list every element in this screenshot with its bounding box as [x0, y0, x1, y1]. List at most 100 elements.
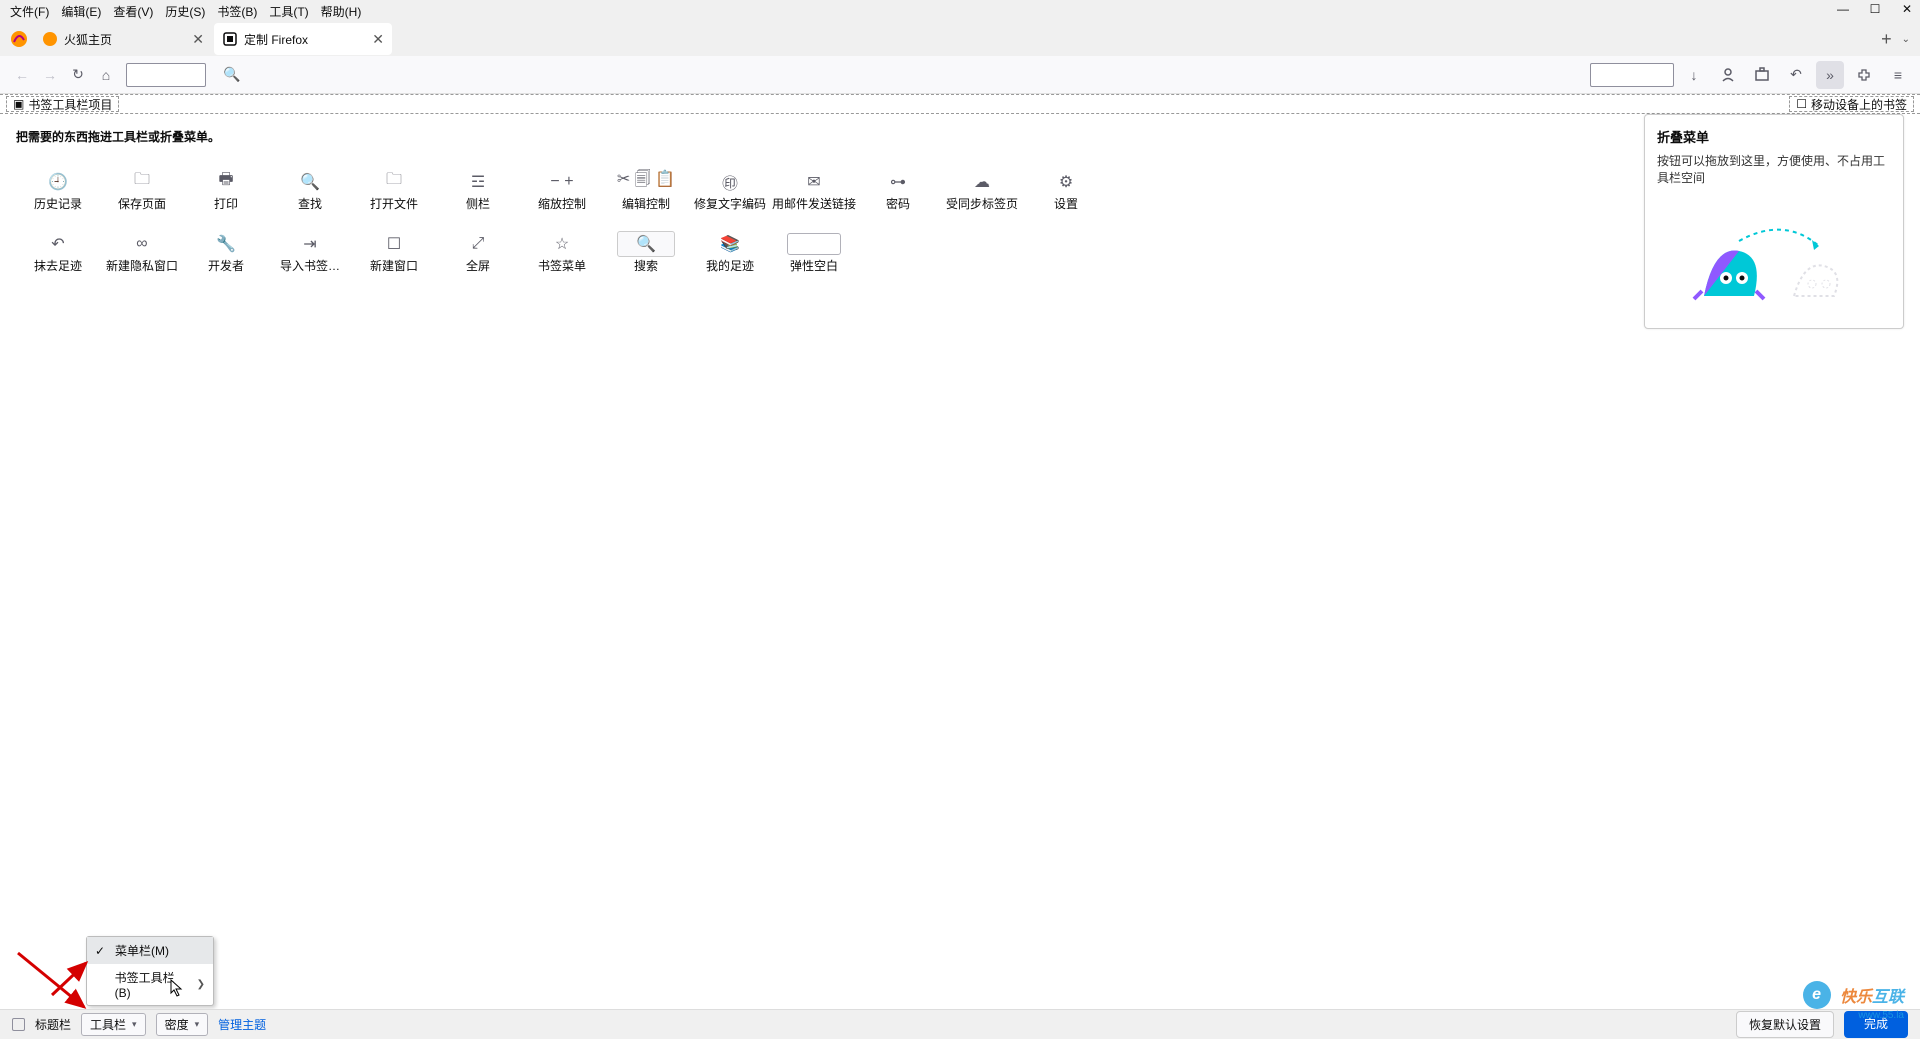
- tool-icon: ⇥: [303, 231, 316, 257]
- tool-item[interactable]: 🖶打印: [184, 159, 268, 221]
- menu-history[interactable]: 历史(S): [159, 1, 211, 22]
- tool-label: 编辑控制: [622, 195, 670, 212]
- mobile-bookmarks-label: 移动设备上的书签: [1811, 96, 1907, 113]
- window-minimize[interactable]: —: [1836, 2, 1850, 16]
- tool-label: 导入书签…: [280, 257, 340, 274]
- tool-label: 缩放控制: [538, 195, 586, 212]
- customize-instruction: 把需要的东西拖进工具栏或折叠菜单。: [16, 128, 1904, 145]
- tool-label: 侧栏: [466, 195, 490, 212]
- url-bar[interactable]: [126, 63, 206, 87]
- tool-label: 抹去足迹: [34, 257, 82, 274]
- toolbars-popup: ✓ 菜单栏(M) 书签工具栏(B) ❯: [86, 936, 214, 1006]
- search-bar[interactable]: [1590, 63, 1674, 87]
- popup-item-bookmarks-toolbar[interactable]: 书签工具栏(B) ❯: [87, 964, 213, 1005]
- overflow-title: 折叠菜单: [1657, 127, 1891, 146]
- tool-item[interactable]: ✂ 🗐 📋编辑控制: [604, 159, 688, 221]
- restore-defaults-button[interactable]: 恢复默认设置: [1736, 1011, 1834, 1038]
- reload-button[interactable]: ↻: [64, 61, 92, 89]
- menu-file[interactable]: 文件(F): [4, 1, 55, 22]
- tool-item[interactable]: − +缩放控制: [520, 159, 604, 221]
- tool-label: 密码: [886, 195, 910, 212]
- manage-themes-link[interactable]: 管理主题: [218, 1016, 266, 1033]
- tool-label: 新建窗口: [370, 257, 418, 274]
- app-menu-button[interactable]: ≡: [1884, 61, 1912, 89]
- tool-item[interactable]: ⚙设置: [1024, 159, 1108, 221]
- tool-item[interactable]: ☆书签菜单: [520, 221, 604, 283]
- bookmarks-toolbar-chip[interactable]: ▣ 书签工具栏项目: [6, 96, 119, 112]
- tool-icon: ↶: [51, 231, 64, 257]
- tab-strip: 火狐主页 ✕ 定制 Firefox ✕ + ⌄: [0, 22, 1920, 56]
- firefox-logo-icon: [4, 24, 34, 54]
- search-icon[interactable]: 🔍: [218, 61, 246, 89]
- tab-firefox-home[interactable]: 火狐主页 ✕: [34, 23, 212, 55]
- check-icon: ✓: [95, 944, 107, 958]
- menu-help[interactable]: 帮助(H): [315, 1, 368, 22]
- tool-item[interactable]: 🗀保存页面: [100, 159, 184, 221]
- tool-item[interactable]: ㊞修复文字编码: [688, 159, 772, 221]
- menu-view[interactable]: 查看(V): [107, 1, 159, 22]
- home-button[interactable]: ⌂: [92, 61, 120, 89]
- mobile-bookmark-icon: ☐: [1796, 97, 1807, 111]
- tool-item[interactable]: ∞新建隐私窗口: [100, 221, 184, 283]
- tool-item[interactable]: 🔍搜索: [604, 221, 688, 283]
- tool-item[interactable]: ☲侧栏: [436, 159, 520, 221]
- tool-label: 搜索: [634, 257, 658, 274]
- tool-item[interactable]: 📚我的足迹: [688, 221, 772, 283]
- tab-customize[interactable]: 定制 Firefox ✕: [214, 23, 392, 55]
- tool-item[interactable]: 🔍查找: [268, 159, 352, 221]
- tab-title: 火狐主页: [64, 31, 192, 48]
- window-maximize[interactable]: ☐: [1868, 2, 1882, 16]
- tool-icon: ⚙: [1059, 169, 1073, 195]
- toolbars-dropdown[interactable]: 工具栏 ▾: [81, 1013, 146, 1036]
- tool-item[interactable]: 弹性空白: [772, 221, 856, 283]
- overflow-button[interactable]: »: [1816, 61, 1844, 89]
- tool-icon: ☲: [471, 169, 485, 195]
- downloads-button[interactable]: ↓: [1680, 61, 1708, 89]
- tool-item[interactable]: ⊶密码: [856, 159, 940, 221]
- forward-button[interactable]: →: [36, 61, 64, 89]
- tool-item[interactable]: 🗀打开文件: [352, 159, 436, 221]
- tool-label: 保存页面: [118, 195, 166, 212]
- titlebar-checkbox[interactable]: [12, 1018, 25, 1031]
- tool-item[interactable]: 🕘历史记录: [16, 159, 100, 221]
- menu-tools[interactable]: 工具(T): [263, 1, 314, 22]
- new-tab-button[interactable]: +: [1881, 29, 1892, 50]
- nav-toolbar: ← → ↻ ⌂ 🔍 ↓ ↶ » ≡: [0, 56, 1920, 94]
- density-dropdown[interactable]: 密度 ▾: [156, 1013, 209, 1036]
- account-button[interactable]: [1714, 61, 1742, 89]
- back-button[interactable]: ←: [8, 61, 36, 89]
- menu-edit[interactable]: 编辑(E): [55, 1, 107, 22]
- window-close[interactable]: ✕: [1900, 2, 1914, 16]
- tool-item[interactable]: 🔧开发者: [184, 221, 268, 283]
- tool-label: 修复文字编码: [694, 195, 766, 212]
- chevron-down-icon: ▾: [195, 1019, 200, 1030]
- tool-label: 弹性空白: [790, 257, 838, 274]
- tab-close-icon[interactable]: ✕: [372, 31, 384, 48]
- forget-button[interactable]: ↶: [1782, 61, 1810, 89]
- tool-item[interactable]: ☐新建窗口: [352, 221, 436, 283]
- tool-item[interactable]: ↶抹去足迹: [16, 221, 100, 283]
- popup-item-menubar[interactable]: ✓ 菜单栏(M): [87, 937, 213, 964]
- tool-item[interactable]: ☁受同步标签页: [940, 159, 1024, 221]
- mobile-bookmarks-chip[interactable]: ☐ 移动设备上的书签: [1789, 96, 1914, 112]
- dropdown-label: 工具栏: [90, 1016, 126, 1033]
- tool-item[interactable]: ⤢全屏: [436, 221, 520, 283]
- tool-icon: ⊶: [890, 169, 906, 195]
- tool-label: 开发者: [208, 257, 244, 274]
- tool-icon: ✉: [807, 169, 820, 195]
- screenshot-button[interactable]: [1748, 61, 1776, 89]
- bookmarks-toolbar-label: 书签工具栏项目: [28, 96, 112, 113]
- tool-icon: [787, 231, 841, 257]
- tab-close-icon[interactable]: ✕: [192, 31, 204, 48]
- bookmarks-toolbar: ▣ 书签工具栏项目 ☐ 移动设备上的书签: [0, 94, 1920, 114]
- extensions-button[interactable]: [1850, 61, 1878, 89]
- tool-icon: 📚: [720, 231, 740, 257]
- tab-list-button[interactable]: ⌄: [1902, 34, 1910, 45]
- overflow-illustration: [1657, 206, 1891, 316]
- tool-item[interactable]: ✉用邮件发送链接: [772, 159, 856, 221]
- tool-label: 打开文件: [370, 195, 418, 212]
- menu-bookmarks[interactable]: 书签(B): [211, 1, 263, 22]
- bookmark-folder-icon: ▣: [13, 97, 24, 111]
- tool-item[interactable]: ⇥导入书签…: [268, 221, 352, 283]
- tool-icon: 🗀: [134, 169, 150, 195]
